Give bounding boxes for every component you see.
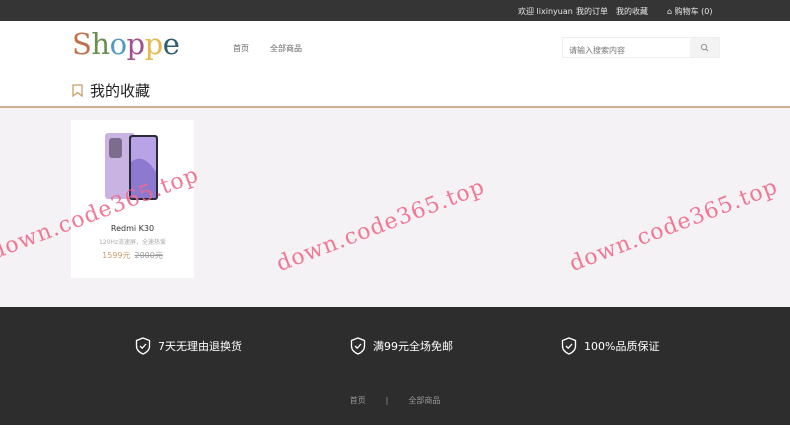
favorites-list: Redmi K30 120Hz流速屏，全速热爱 1599元 2000元 xyxy=(0,108,790,307)
logo[interactable]: Shoppe xyxy=(72,27,180,61)
footer: 7天无理由退换货 满99元全场免邮 100%品质保证 首页 | 全部商品 xyxy=(0,307,790,425)
product-description: 120Hz流速屏，全速热爱 xyxy=(98,239,167,246)
feature-quality: 100%品质保证 xyxy=(561,337,659,355)
page-bottom xyxy=(0,425,790,444)
page-title-text: 我的收藏 xyxy=(90,82,151,100)
shield-check-icon xyxy=(350,337,366,355)
my-orders-link[interactable]: 我的订单 xyxy=(576,6,608,17)
product-price: 1599元 xyxy=(102,251,131,260)
product-card[interactable]: Redmi K30 120Hz流速屏，全速热爱 1599元 2000元 xyxy=(71,120,194,278)
footer-link-home[interactable]: 首页 xyxy=(350,396,366,405)
feature-return: 7天无理由退换货 xyxy=(135,337,242,355)
feature-text: 100%品质保证 xyxy=(584,340,660,353)
product-name[interactable]: Redmi K30 xyxy=(71,224,194,233)
bookmark-icon xyxy=(72,84,83,97)
welcome-text: 欢迎 lixinyuan xyxy=(518,7,573,16)
search-box xyxy=(562,37,720,60)
search-button[interactable] xyxy=(690,38,719,57)
footer-links: 首页 | 全部商品 xyxy=(0,395,790,406)
page-title: 我的收藏 xyxy=(72,80,150,101)
nav-home[interactable]: 首页 xyxy=(233,43,249,54)
cart-icon: ⌂ xyxy=(667,7,675,16)
header: Shoppe 首页 全部商品 xyxy=(0,21,790,67)
shield-check-icon xyxy=(135,337,151,355)
feature-shipping: 满99元全场免邮 xyxy=(350,337,453,355)
cart-link[interactable]: ⌂ 购物车 (0) xyxy=(667,6,713,17)
nav-all-products[interactable]: 全部商品 xyxy=(270,43,302,54)
product-original-price: 2000元 xyxy=(134,251,163,260)
my-favorites-link[interactable]: 我的收藏 xyxy=(616,6,648,17)
feature-text: 7天无理由退换货 xyxy=(158,340,242,353)
product-image xyxy=(105,133,158,200)
feature-text: 满99元全场免邮 xyxy=(373,340,453,353)
footer-separator: | xyxy=(385,396,389,405)
search-input[interactable] xyxy=(563,41,691,60)
shield-check-icon xyxy=(561,337,577,355)
search-icon xyxy=(700,43,709,52)
footer-link-all-products[interactable]: 全部商品 xyxy=(408,396,440,405)
top-bar: 欢迎 lixinyuan 我的订单 我的收藏 ⌂ 购物车 (0) xyxy=(0,0,790,21)
product-prices: 1599元 2000元 xyxy=(71,250,194,261)
